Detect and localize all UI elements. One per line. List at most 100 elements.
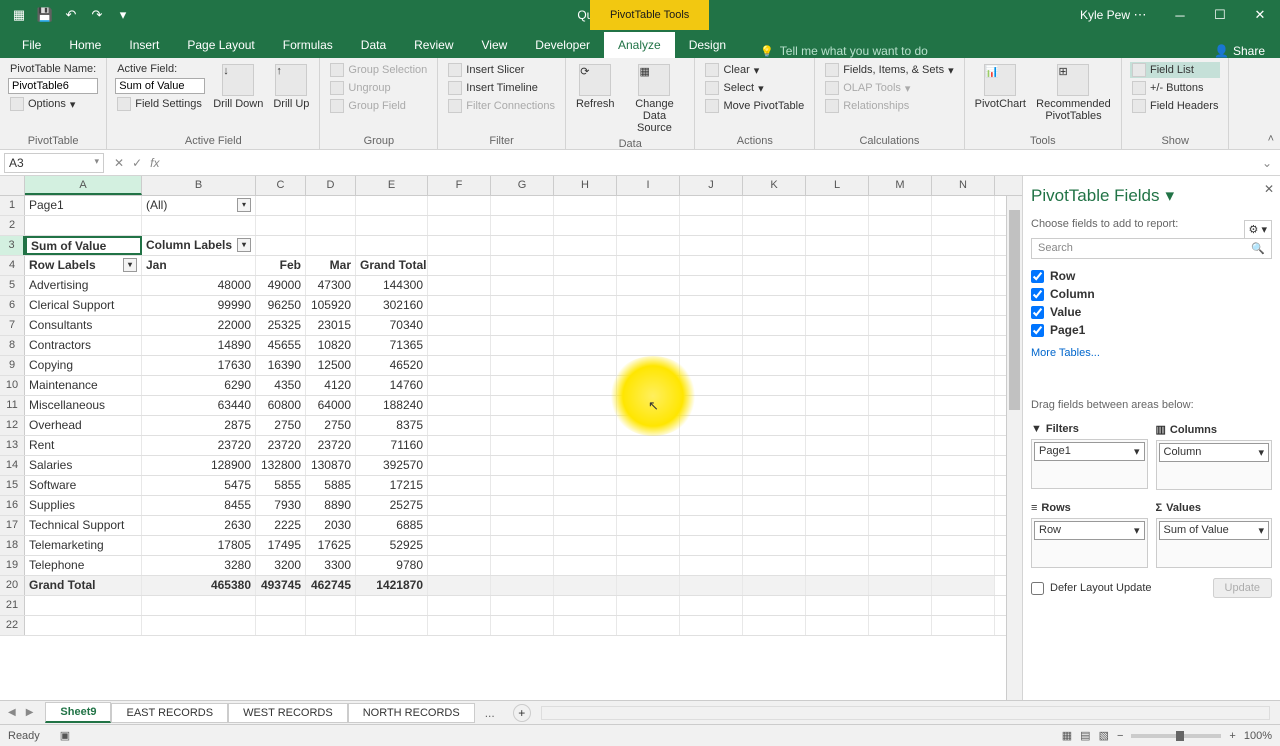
- col-header-d[interactable]: D: [306, 176, 356, 195]
- cell[interactable]: [428, 456, 491, 475]
- cell[interactable]: [680, 496, 743, 515]
- zoom-level[interactable]: 100%: [1244, 730, 1272, 742]
- field-column[interactable]: Column: [1031, 285, 1272, 303]
- cell[interactable]: [554, 616, 617, 635]
- cell[interactable]: [491, 276, 554, 295]
- cell[interactable]: [743, 456, 806, 475]
- cell[interactable]: [356, 616, 428, 635]
- cell[interactable]: [491, 316, 554, 335]
- cell[interactable]: [743, 376, 806, 395]
- row-header[interactable]: 20: [0, 576, 25, 595]
- tab-analyze[interactable]: Analyze: [604, 32, 675, 58]
- cell[interactable]: 493745: [256, 576, 306, 595]
- field-settings-button[interactable]: Field Settings: [115, 96, 205, 112]
- cell[interactable]: [554, 536, 617, 555]
- col-header-f[interactable]: F: [428, 176, 491, 195]
- cell[interactable]: Telemarketing: [25, 536, 142, 555]
- cell[interactable]: [869, 296, 932, 315]
- tab-home[interactable]: Home: [55, 32, 115, 58]
- more-tables-link[interactable]: More Tables...: [1031, 347, 1272, 359]
- cell[interactable]: [428, 516, 491, 535]
- cell[interactable]: Salaries: [25, 456, 142, 475]
- cell[interactable]: [680, 436, 743, 455]
- cell[interactable]: [617, 596, 680, 615]
- cell[interactable]: [356, 216, 428, 235]
- cell[interactable]: [25, 216, 142, 235]
- cell[interactable]: [428, 536, 491, 555]
- cell[interactable]: [554, 596, 617, 615]
- cell[interactable]: [491, 616, 554, 635]
- cell[interactable]: [680, 396, 743, 415]
- row-header[interactable]: 10: [0, 376, 25, 395]
- cell[interactable]: [680, 616, 743, 635]
- horizontal-scrollbar[interactable]: [541, 706, 1270, 720]
- cell[interactable]: [142, 596, 256, 615]
- field-row[interactable]: Row: [1031, 267, 1272, 285]
- cell[interactable]: Consultants: [25, 316, 142, 335]
- cell[interactable]: 4350: [256, 376, 306, 395]
- recommended-pivottables-button[interactable]: ⊞Recommended PivotTables: [1034, 62, 1113, 124]
- row-header[interactable]: 5: [0, 276, 25, 295]
- insert-slicer-button[interactable]: Insert Slicer: [446, 62, 557, 78]
- cell[interactable]: Contractors: [25, 336, 142, 355]
- row-header[interactable]: 7: [0, 316, 25, 335]
- cell[interactable]: [932, 216, 995, 235]
- cell[interactable]: Clerical Support: [25, 296, 142, 315]
- cell[interactable]: [491, 516, 554, 535]
- row-header[interactable]: 18: [0, 536, 25, 555]
- cell[interactable]: 5475: [142, 476, 256, 495]
- cell[interactable]: Row Labels▾: [25, 256, 142, 275]
- cell[interactable]: 25275: [356, 496, 428, 515]
- cell[interactable]: [932, 316, 995, 335]
- cell[interactable]: [617, 336, 680, 355]
- defer-layout-checkbox[interactable]: [1031, 582, 1044, 595]
- collapse-ribbon-icon[interactable]: ˄: [1268, 133, 1274, 145]
- cell[interactable]: 71365: [356, 336, 428, 355]
- cell[interactable]: [806, 256, 869, 275]
- fields-search-input[interactable]: Search🔍: [1031, 238, 1272, 259]
- cell[interactable]: 23720: [142, 436, 256, 455]
- col-header-e[interactable]: E: [356, 176, 428, 195]
- sheet-nav-next-icon[interactable]: ▶: [26, 707, 34, 718]
- cell[interactable]: [869, 276, 932, 295]
- tab-design[interactable]: Design: [675, 32, 740, 58]
- cell[interactable]: [743, 276, 806, 295]
- cell[interactable]: [428, 256, 491, 275]
- cell[interactable]: [617, 376, 680, 395]
- cell[interactable]: [491, 536, 554, 555]
- row-header[interactable]: 14: [0, 456, 25, 475]
- cell[interactable]: Miscellaneous: [25, 396, 142, 415]
- cell[interactable]: [617, 616, 680, 635]
- sheet-tab-more[interactable]: ...: [475, 706, 505, 720]
- cell[interactable]: [743, 296, 806, 315]
- chip-sum-of-value[interactable]: Sum of Value▾: [1159, 521, 1270, 540]
- cell[interactable]: [428, 476, 491, 495]
- cell[interactable]: (All)▾: [142, 196, 256, 215]
- cell[interactable]: 465380: [142, 576, 256, 595]
- cell[interactable]: 7930: [256, 496, 306, 515]
- cell[interactable]: 49000: [256, 276, 306, 295]
- cell[interactable]: [869, 496, 932, 515]
- cell[interactable]: [869, 396, 932, 415]
- name-box[interactable]: A3: [4, 153, 104, 173]
- filter-dropdown-icon[interactable]: ▾: [237, 238, 251, 252]
- cell[interactable]: [617, 236, 680, 255]
- share-button[interactable]: 👤 Share: [1214, 44, 1265, 58]
- cell[interactable]: 130870: [306, 456, 356, 475]
- cell[interactable]: [428, 556, 491, 575]
- cell[interactable]: [806, 476, 869, 495]
- cell[interactable]: [932, 416, 995, 435]
- cell[interactable]: [932, 396, 995, 415]
- cell[interactable]: 17495: [256, 536, 306, 555]
- cell[interactable]: [617, 276, 680, 295]
- cell[interactable]: [869, 416, 932, 435]
- col-header-a[interactable]: A: [25, 176, 142, 195]
- cell[interactable]: Rent: [25, 436, 142, 455]
- cell[interactable]: [356, 596, 428, 615]
- cell[interactable]: Software: [25, 476, 142, 495]
- cell[interactable]: [806, 316, 869, 335]
- view-layout-icon[interactable]: ▤: [1080, 729, 1090, 742]
- cell[interactable]: 17625: [306, 536, 356, 555]
- cell[interactable]: Jan: [142, 256, 256, 275]
- cell[interactable]: [869, 356, 932, 375]
